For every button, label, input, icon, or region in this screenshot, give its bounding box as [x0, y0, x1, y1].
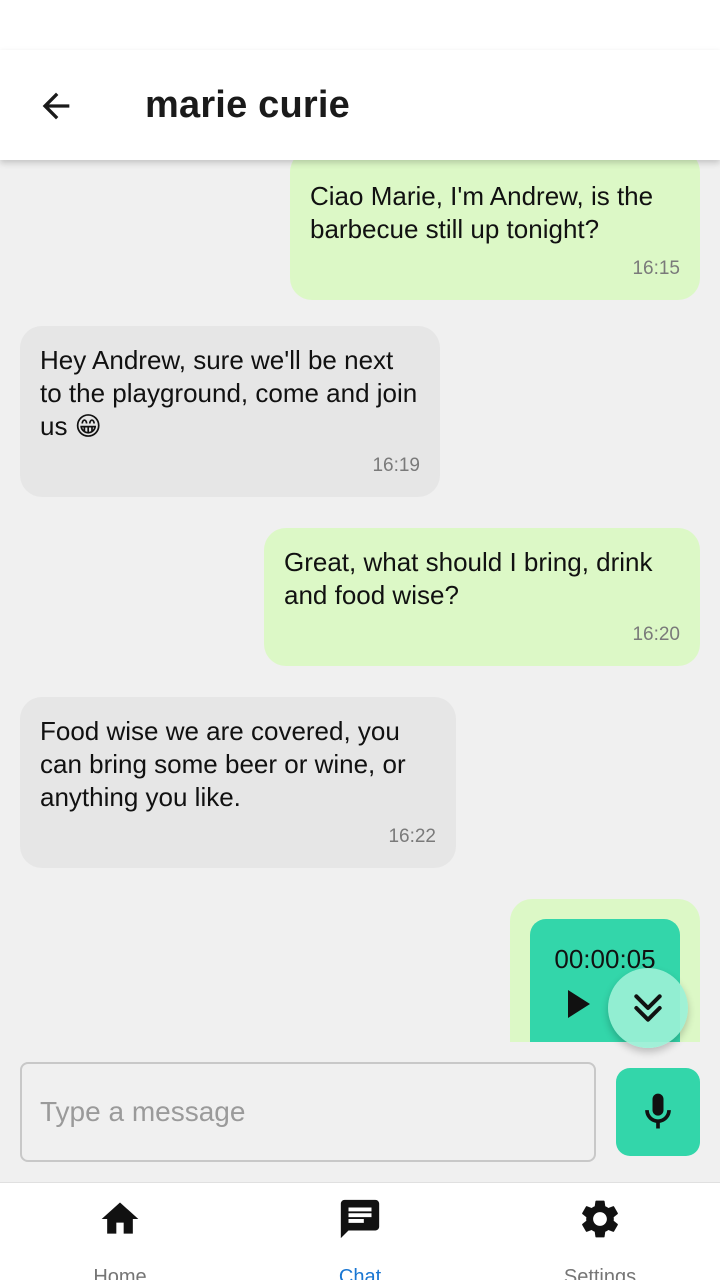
message-bubble-received: Hey Andrew, sure we'll be next to the pl… [20, 326, 440, 497]
message-time: 16:15 [632, 258, 680, 279]
microphone-icon [645, 1093, 671, 1129]
message-bubble-sent: Ciao Marie, I'm Andrew, is the barbecue … [290, 160, 700, 300]
play-icon [568, 990, 590, 1018]
message-bubble-received: Food wise we are covered, you can bring … [20, 697, 456, 868]
nav-item-chat[interactable]: Chat [240, 1183, 480, 1280]
message-text: Ciao Marie, I'm Andrew, is the barbecue … [310, 181, 654, 244]
message-time: 16:20 [632, 624, 680, 645]
double-chevron-down-icon [634, 994, 662, 1022]
message-time: 16:22 [388, 826, 436, 847]
app-header: marie curie [0, 50, 720, 160]
play-button[interactable] [564, 987, 594, 1021]
message-text: Great, what should I bring, drink and fo… [284, 547, 653, 610]
nav-item-settings[interactable]: Settings [480, 1183, 720, 1280]
record-voice-button[interactable] [616, 1068, 700, 1156]
nav-item-home[interactable]: Home [0, 1183, 240, 1280]
home-icon [101, 1202, 139, 1234]
message-text: Hey Andrew, sure we'll be next to the pl… [40, 345, 418, 441]
message-input[interactable] [22, 1064, 594, 1160]
chat-icon [340, 1199, 380, 1239]
bottom-navigation: Home Chat Settings [0, 1182, 720, 1280]
back-button[interactable] [30, 80, 82, 132]
chat-title: marie curie [145, 84, 350, 126]
message-text: Food wise we are covered, you can bring … [40, 716, 406, 812]
arrow-left-icon [42, 92, 70, 120]
nav-label: Home [93, 1266, 147, 1280]
message-list[interactable]: Ciao Marie, I'm Andrew, is the barbecue … [0, 160, 720, 1042]
message-bubble-sent: Great, what should I bring, drink and fo… [264, 528, 700, 666]
nav-label: Settings [563, 1266, 637, 1280]
message-time: 16:19 [372, 455, 420, 476]
gear-icon [582, 1200, 618, 1238]
message-input-container [20, 1062, 596, 1162]
nav-label: Chat [338, 1266, 382, 1280]
scroll-to-bottom-button[interactable] [608, 968, 688, 1048]
status-bar [0, 0, 720, 50]
